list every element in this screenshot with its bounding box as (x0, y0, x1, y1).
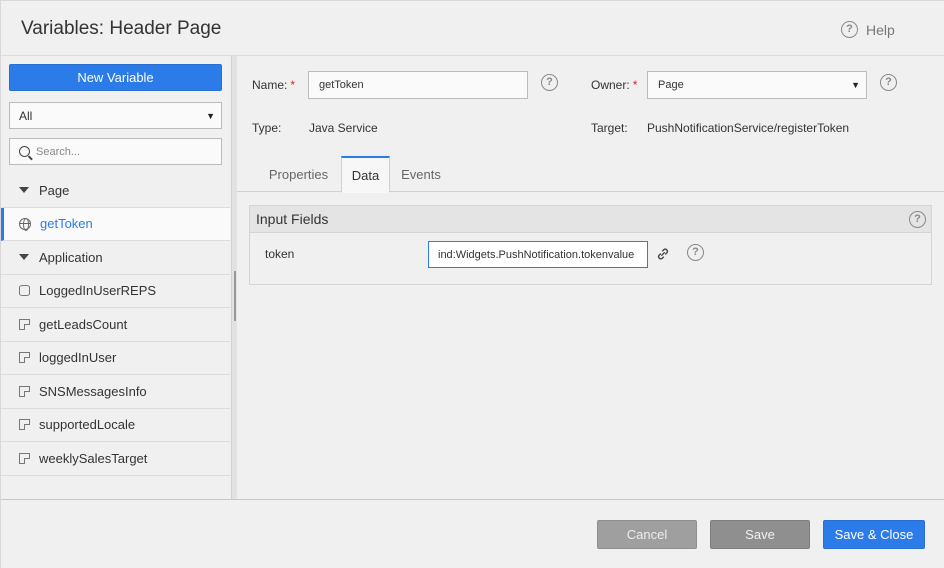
input-field-row: token ind:Widgets.PushNotification.token… (250, 233, 931, 283)
input-fields-header: Input Fields ? (250, 206, 931, 233)
filter-value: All (19, 108, 33, 123)
tree-group-label: Page (39, 182, 70, 198)
input-fields-panel: Input Fields ? token ind:Widgets.PushNot… (249, 205, 932, 285)
input-fields-help-icon[interactable]: ? (909, 211, 926, 228)
service-icon (19, 318, 30, 330)
tree-group-application[interactable]: Application (1, 241, 230, 275)
tree-item-label: SNSMessagesInfo (39, 383, 147, 399)
required-mark: * (290, 78, 296, 92)
variables-sidebar: New Variable All ▼ Search... Page getTok… (1, 56, 231, 499)
owner-value: Page (658, 79, 684, 91)
dialog-title: Variables: Header Page (21, 18, 222, 39)
token-label: token (265, 247, 295, 261)
input-fields-title: Input Fields (256, 211, 329, 227)
token-help-icon[interactable]: ? (687, 244, 704, 261)
dropdown-caret-icon: ▼ (206, 111, 215, 121)
service-icon (19, 352, 30, 364)
service-icon (19, 419, 30, 431)
search-placeholder: Search... (36, 145, 81, 158)
globe-icon (19, 217, 31, 231)
target-label: Target: (591, 121, 628, 135)
name-field[interactable]: getToken (308, 71, 528, 99)
dialog-footer: Cancel Save Save & Close (1, 499, 944, 568)
cancel-button[interactable]: Cancel (597, 520, 697, 549)
help-link[interactable]: ? Help (841, 21, 895, 38)
tree-item-label: weeklySalesTarget (39, 450, 148, 466)
tree-item-label: supportedLocale (39, 417, 136, 433)
required-mark: * (632, 78, 638, 92)
owner-help-icon[interactable]: ? (880, 74, 897, 91)
tree-item-weeklysalestarget[interactable]: weeklySalesTarget (1, 442, 230, 476)
tree-item-label: getLeadsCount (39, 316, 128, 332)
dialog-header: Variables: Header Page ? Help (1, 1, 944, 56)
search-icon (19, 146, 30, 157)
token-binding-input[interactable]: ind:Widgets.PushNotification.tokenvalue (428, 241, 648, 268)
service-icon (19, 452, 30, 464)
search-input[interactable]: Search... (9, 138, 222, 165)
service-icon (19, 385, 30, 397)
type-value: Java Service (309, 121, 378, 135)
tree-item-loggedinuserreps[interactable]: LoggedInUserREPS (1, 275, 230, 308)
collapse-triangle-icon (19, 187, 29, 194)
variable-tree: Page getToken Application LoggedInUserRE… (1, 174, 230, 476)
detail-tabs: Properties Data Events (237, 156, 944, 193)
type-label: Type: (252, 121, 282, 135)
variables-dialog: Variables: Header Page ? Help New Variab… (0, 0, 944, 568)
collapse-triangle-icon (19, 254, 29, 261)
name-help-icon[interactable]: ? (541, 74, 558, 91)
tab-data[interactable]: Data (341, 156, 390, 193)
link-icon[interactable] (656, 247, 670, 261)
token-binding-value: ind:Widgets.PushNotification.tokenvalue (438, 248, 635, 261)
owner-select[interactable]: Page ▼ (647, 71, 867, 99)
variable-filter-select[interactable]: All ▼ (9, 102, 222, 129)
tree-item-label: loggedInUser (39, 350, 117, 366)
tree-item-label: LoggedInUserREPS (39, 283, 157, 299)
tree-item-snsmessagesinfo[interactable]: SNSMessagesInfo (1, 375, 230, 409)
tree-group-label: Application (39, 249, 103, 265)
name-label: Name: * (252, 78, 295, 92)
dropdown-caret-icon: ▼ (851, 80, 860, 90)
name-value: getToken (319, 79, 364, 91)
save-button[interactable]: Save (710, 520, 810, 549)
target-value: PushNotificationService/registerToken (647, 121, 850, 135)
variable-details: Name: * getToken ? Owner: * Page ▼ ? Type:… (237, 56, 944, 499)
help-label: Help (866, 21, 895, 38)
name-label-text: Name: (252, 78, 288, 92)
owner-label-text: Owner: (591, 78, 630, 92)
tree-item-label: getToken (40, 216, 93, 232)
tree-item-loggedinuser[interactable]: loggedInUser (1, 342, 230, 375)
tree-item-gettoken[interactable]: getToken (1, 207, 230, 241)
tree-item-supportedlocale[interactable]: supportedLocale (1, 409, 230, 442)
owner-label: Owner: * (591, 78, 637, 92)
splitter-grip[interactable] (234, 271, 236, 321)
save-close-button[interactable]: Save & Close (823, 520, 925, 549)
tab-events[interactable]: Events (392, 156, 450, 192)
tab-properties[interactable]: Properties (257, 156, 340, 192)
tree-item-getleadscount[interactable]: getLeadsCount (1, 308, 230, 342)
tree-group-page[interactable]: Page (1, 174, 230, 208)
database-icon (19, 285, 30, 297)
help-icon: ? (841, 21, 858, 38)
new-variable-button[interactable]: New Variable (9, 64, 222, 91)
